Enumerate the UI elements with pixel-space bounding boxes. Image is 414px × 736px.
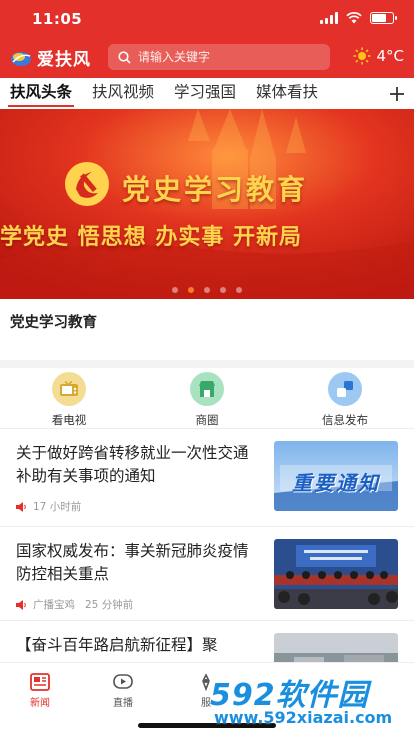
logo-mark-icon	[11, 51, 31, 66]
status-time: 11:05	[32, 10, 83, 28]
speaker-icon	[16, 501, 26, 512]
bottom-nav-label: 新闻	[30, 698, 50, 709]
wifi-icon	[346, 12, 362, 24]
news-time: 17 小时前	[33, 501, 82, 513]
news-title: 国家权威发布：事关新冠肺炎疫情防控相关重点	[16, 542, 249, 583]
section-title[interactable]: 党史学习教育	[10, 311, 97, 332]
weather-widget[interactable]: 4°C	[353, 47, 404, 65]
search-input[interactable]	[138, 50, 318, 64]
sun-icon	[353, 47, 371, 65]
info-publish-icon	[328, 372, 362, 406]
news-item[interactable]: 国家权威发布：事关新冠肺炎疫情防控相关重点 广播宝鸡 25 分钟前	[0, 526, 414, 620]
quick-nav: 看电视 商圈 信息发布	[0, 370, 414, 428]
site-watermark: 592软件园 www.592xiazai.com	[210, 670, 414, 736]
quick-nav-shop[interactable]: 商圈	[138, 370, 276, 428]
bottom-nav-label: 直播	[113, 698, 133, 709]
quick-nav-info[interactable]: 信息发布	[276, 370, 414, 428]
news-icon	[30, 673, 50, 691]
quick-nav-label: 看电视	[51, 413, 87, 427]
tv-icon	[52, 372, 86, 406]
news-title: 关于做好跨省转移就业一次性交通补助有关事项的通知	[16, 444, 249, 485]
bottom-nav-live[interactable]: 直播	[93, 673, 153, 709]
search-icon	[118, 50, 131, 64]
carousel-dot[interactable]	[172, 287, 178, 293]
carousel-dot[interactable]	[236, 287, 242, 293]
tab-xuexi-qiangguo[interactable]: 学习强国	[164, 78, 246, 109]
app-header: 爱扶风 4°C	[0, 40, 414, 74]
temperature: 4°C	[376, 47, 404, 65]
tab-fufeng-headlines[interactable]: 扶风头条	[0, 78, 82, 109]
banner-title: 党史学习教育	[122, 173, 309, 206]
status-bar: 11:05	[0, 0, 414, 36]
thumbnail-text: 重要通知	[292, 471, 380, 495]
news-time: 25 分钟前	[85, 599, 134, 611]
live-icon	[113, 674, 133, 689]
news-thumbnail	[274, 633, 398, 662]
banner-carousel[interactable]: 党史学习教育 学党史 悟思想 办实事 开新局	[0, 109, 414, 299]
news-meta: 17 小时前	[16, 499, 81, 514]
quick-nav-label: 信息发布	[322, 413, 368, 427]
news-thumbnail	[274, 539, 398, 609]
add-channel-button[interactable]	[380, 78, 414, 109]
plus-icon	[390, 86, 404, 101]
search-box[interactable]	[108, 44, 330, 70]
speaker-icon	[16, 599, 26, 610]
banner-subtitle: 学党史 悟思想 办实事 开新局	[0, 224, 302, 250]
news-title: 【奋斗百年路启航新征程】聚	[16, 636, 218, 654]
top-bar: 11:05 爱扶风 请输入关键字 4°C	[0, 0, 414, 78]
carousel-dot[interactable]	[220, 287, 226, 293]
status-icons	[320, 12, 397, 24]
news-item[interactable]: 【奋斗百年路启航新征程】聚	[0, 620, 414, 662]
signal-icon	[320, 12, 338, 24]
channel-tabs: 扶风头条 扶风视频 学习强国 媒体看扶	[0, 78, 414, 109]
app-screen: 11:05 爱扶风 请输入关键字 4°C 扶风头条 扶风视频 学习强国 媒体看扶…	[0, 0, 414, 736]
tab-fufeng-video[interactable]: 扶风视频	[82, 78, 164, 109]
news-thumbnail: 重要通知	[274, 441, 398, 511]
party-emblem-icon	[65, 162, 109, 206]
news-item[interactable]: 关于做好跨省转移就业一次性交通补助有关事项的通知 17 小时前 重要通知	[0, 428, 414, 526]
news-meta: 广播宝鸡 25 分钟前	[16, 597, 133, 612]
app-name: 爱扶风	[37, 50, 91, 70]
bottom-nav-news[interactable]: 新闻	[10, 673, 70, 709]
app-logo: 爱扶风	[10, 45, 91, 70]
carousel-indicators	[0, 287, 414, 293]
watermark-url: www.592xiazai.com	[214, 708, 393, 727]
carousel-dot[interactable]	[204, 287, 210, 293]
quick-nav-tv[interactable]: 看电视	[0, 370, 138, 428]
battery-icon	[370, 12, 397, 24]
divider	[0, 360, 414, 368]
tab-media-view[interactable]: 媒体看扶	[246, 78, 328, 109]
shop-icon	[190, 372, 224, 406]
news-source: 广播宝鸡	[33, 599, 75, 611]
carousel-dot-active[interactable]	[188, 287, 194, 293]
quick-nav-label: 商圈	[195, 413, 219, 427]
